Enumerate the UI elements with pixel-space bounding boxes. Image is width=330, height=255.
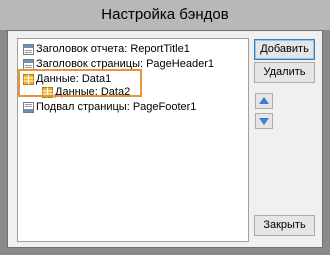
delete-button[interactable]: Удалить: [254, 62, 315, 83]
move-down-button[interactable]: [255, 113, 273, 129]
dialog-client-area: Заголовок отчета: ReportTitle1 Заголовок…: [7, 30, 323, 248]
arrow-up-icon: [259, 97, 269, 104]
move-up-button[interactable]: [255, 93, 273, 109]
data-band-icon: [42, 87, 53, 98]
close-button[interactable]: Закрыть: [254, 215, 315, 236]
arrow-down-icon: [259, 118, 269, 125]
band-item-label: Заголовок отчета: ReportTitle1: [36, 43, 190, 55]
band-item-label: Данные: Data2: [55, 86, 131, 98]
add-button[interactable]: Добавить: [254, 39, 315, 60]
band-footer-icon: [23, 102, 34, 113]
band-settings-dialog: Настройка бэндов Заголовок отчета: Repor…: [0, 0, 330, 255]
band-item-label: Заголовок страницы: PageHeader1: [36, 58, 214, 70]
band-header-icon: [23, 44, 34, 55]
band-item-label: Данные: Data1: [36, 73, 112, 85]
dialog-title: Настройка бэндов: [0, 0, 330, 30]
band-header-icon: [23, 59, 34, 70]
band-tree[interactable]: Заголовок отчета: ReportTitle1 Заголовок…: [17, 38, 249, 242]
data-band-icon: [23, 74, 34, 85]
band-item-label: Подвал страницы: PageFooter1: [36, 101, 197, 113]
